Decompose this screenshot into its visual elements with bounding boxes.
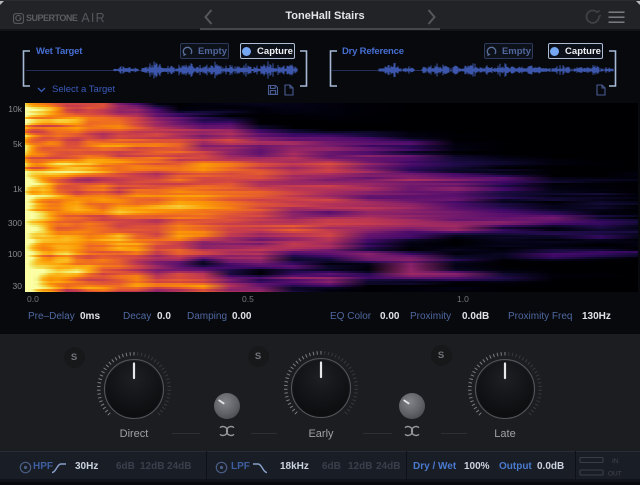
svg-text:IN: IN	[612, 458, 619, 465]
svg-text:OUT: OUT	[608, 471, 622, 478]
